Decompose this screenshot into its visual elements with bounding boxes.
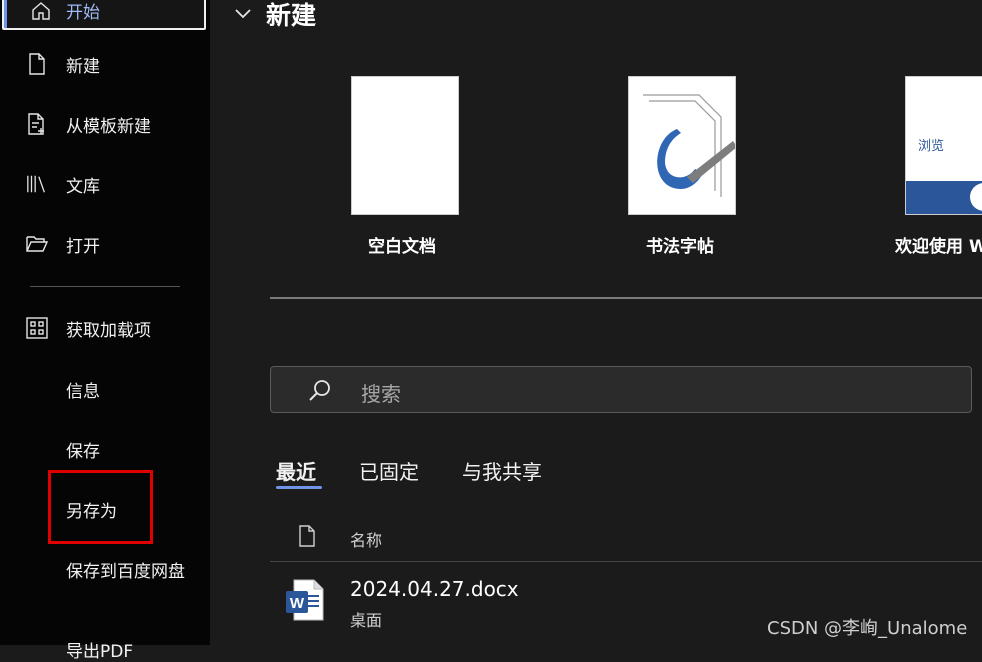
- search-input[interactable]: 搜索: [270, 366, 972, 413]
- sidebar-item-addins[interactable]: 获取加载项: [26, 311, 151, 345]
- library-icon: [26, 173, 48, 195]
- sidebar-divider: [30, 286, 180, 287]
- sidebar-item-library[interactable]: 文库: [26, 167, 100, 201]
- file-name: 2024.04.27.docx: [350, 577, 519, 601]
- sidebar-item-open[interactable]: 打开: [26, 227, 100, 261]
- sidebar-item-save-to-baidu[interactable]: 保存到百度网盘: [66, 557, 185, 582]
- watermark: CSDN @李峋_Unalome: [767, 618, 968, 639]
- template-thumb-text: 浏览: [918, 139, 945, 154]
- template-blank[interactable]: [350, 76, 460, 215]
- file-list-header: 名称: [270, 515, 982, 562]
- template-thumbnail: 浏览: [905, 76, 982, 215]
- sidebar-item-label: 开始: [66, 3, 100, 23]
- search-placeholder: 搜索: [361, 382, 401, 406]
- main-pane: 新建 空白文档 书法字帖 浏览 欢迎使用 W 搜索 最近 已固定 与我共享 名称…: [210, 0, 982, 645]
- column-header-name[interactable]: 名称: [350, 527, 382, 551]
- sidebar-item-new[interactable]: 新建: [26, 47, 100, 81]
- template-thumbnail: [351, 76, 459, 215]
- search-icon: [307, 378, 333, 408]
- new-document-icon: [26, 53, 48, 75]
- addins-grid-icon: [26, 317, 48, 339]
- sidebar-item-info[interactable]: 信息: [66, 377, 100, 402]
- file-location: 桌面: [350, 611, 383, 630]
- backstage-sidebar: 开始 新建 从模板新建 文库 打开 获取加载项 信息 保存 另存为 保存到百度网…: [0, 0, 210, 662]
- red-highlight-box: [48, 470, 153, 544]
- template-label: 欢迎使用 W: [895, 237, 982, 257]
- sidebar-item-home[interactable]: 开始: [2, 0, 206, 30]
- svg-text:W: W: [290, 595, 305, 612]
- sidebar-item-label: 从模板新建: [66, 116, 151, 137]
- sidebar-item-label: 新建: [66, 56, 100, 77]
- section-divider: [270, 297, 982, 299]
- template-label: 空白文档: [368, 237, 436, 257]
- template-welcome[interactable]: 浏览: [905, 76, 982, 215]
- sidebar-item-label: 获取加载项: [66, 320, 151, 341]
- file-type-icon: [298, 525, 316, 551]
- template-calligraphy[interactable]: [627, 76, 737, 215]
- template-document-icon: [26, 113, 48, 135]
- home-icon: [30, 0, 52, 26]
- sidebar-item-label: 打开: [66, 236, 100, 257]
- template-thumbnail: [628, 76, 736, 215]
- tab-active-underline: [276, 486, 322, 489]
- sidebar-item-export-pdf[interactable]: 导出PDF: [66, 637, 133, 662]
- active-indicator: [4, 0, 7, 28]
- new-section-header[interactable]: 新建: [234, 0, 316, 32]
- folder-open-icon: [26, 233, 48, 255]
- tab-shared-with-me[interactable]: 与我共享: [462, 456, 542, 485]
- chevron-down-icon: [234, 5, 252, 24]
- template-label: 书法字帖: [646, 237, 714, 257]
- tab-pinned[interactable]: 已固定: [359, 456, 419, 485]
- calligraphy-icon: [643, 94, 735, 197]
- sidebar-item-label: 文库: [66, 176, 100, 197]
- tab-recent[interactable]: 最近: [276, 456, 316, 485]
- word-document-icon: W: [286, 579, 324, 625]
- sidebar-item-save[interactable]: 保存: [66, 437, 100, 462]
- sidebar-item-new-from-template[interactable]: 从模板新建: [26, 107, 151, 141]
- section-title: 新建: [266, 1, 317, 30]
